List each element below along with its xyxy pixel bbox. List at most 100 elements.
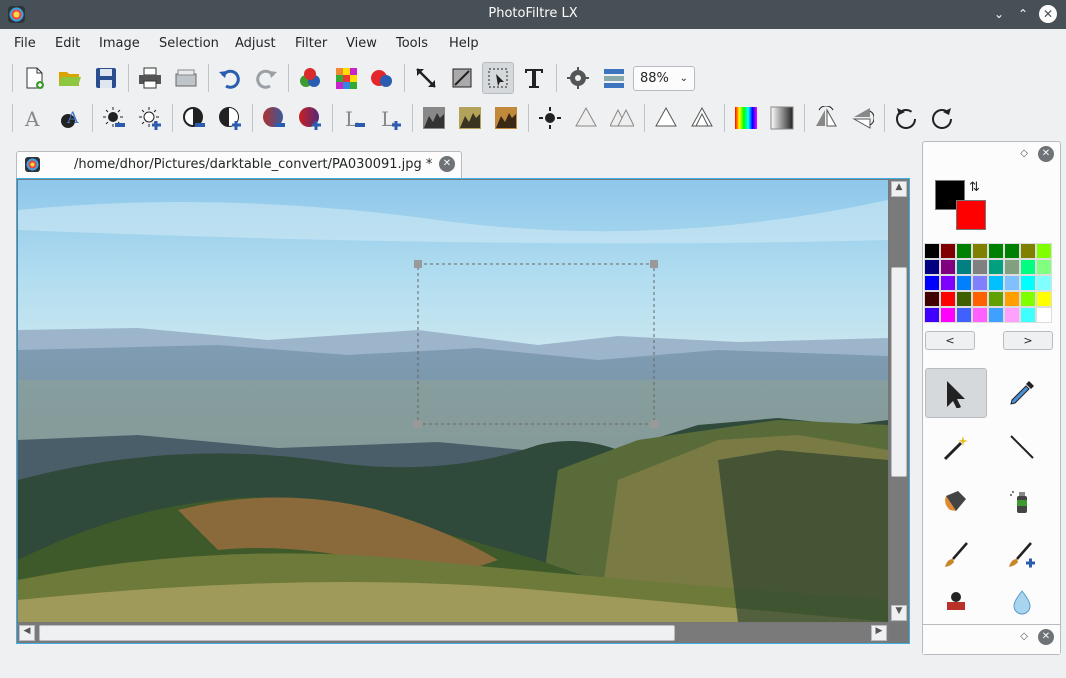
close-panel-icon[interactable]: ✕: [1038, 146, 1054, 162]
float-panel-icon[interactable]: ◇: [1020, 631, 1028, 642]
horizontal-scrollbar[interactable]: ◀ ▶: [17, 623, 889, 643]
spray-tool[interactable]: [991, 476, 1053, 526]
close-panel-icon[interactable]: ✕: [1038, 629, 1054, 645]
palette-swatch[interactable]: [1036, 243, 1052, 259]
palette-swatch[interactable]: [988, 291, 1004, 307]
text-tool-icon[interactable]: [518, 62, 550, 94]
palette-swatch[interactable]: [956, 259, 972, 275]
image-list-icon[interactable]: [598, 62, 630, 94]
palette-swatch[interactable]: [956, 275, 972, 291]
color-mode-icon[interactable]: [366, 62, 398, 94]
palette-swatch[interactable]: [1004, 243, 1020, 259]
palette-swatch[interactable]: [1020, 291, 1036, 307]
menu-selection[interactable]: Selection: [159, 36, 219, 51]
saturation-decrease-icon[interactable]: [258, 102, 290, 134]
palette-swatch[interactable]: [940, 275, 956, 291]
palette-swatch[interactable]: [972, 275, 988, 291]
open-folder-icon[interactable]: [54, 62, 86, 94]
brush-tool[interactable]: [925, 530, 987, 580]
gradient-rainbow-icon[interactable]: [730, 102, 762, 134]
scroll-down-icon[interactable]: ▼: [891, 605, 907, 621]
gamma-increase-icon[interactable]: L: [374, 102, 406, 134]
eyedropper-tool[interactable]: [991, 368, 1053, 418]
close-window-button[interactable]: ✕: [1039, 5, 1057, 23]
background-color-swatch[interactable]: [956, 200, 986, 230]
palette-swatch[interactable]: [972, 307, 988, 323]
contrast-increase-icon[interactable]: [214, 102, 246, 134]
brightness-increase-icon[interactable]: [134, 102, 166, 134]
palette-swatch[interactable]: [940, 259, 956, 275]
palette-swatch[interactable]: [924, 307, 940, 323]
palette-grid-icon[interactable]: [330, 62, 362, 94]
menu-image[interactable]: Image: [99, 36, 140, 51]
new-file-icon[interactable]: [18, 62, 50, 94]
histogram-olive-icon[interactable]: [454, 102, 486, 134]
menu-filter[interactable]: Filter: [295, 36, 327, 51]
palette-next-button[interactable]: >: [1003, 331, 1053, 350]
palette-swatch[interactable]: [924, 243, 940, 259]
palette-swatch[interactable]: [1020, 307, 1036, 323]
document-tab[interactable]: /home/dhor/Pictures/darktable_convert/PA…: [16, 151, 462, 178]
sharpen-icon[interactable]: [650, 102, 682, 134]
flip-vertical-icon[interactable]: [846, 102, 878, 134]
palette-swatch[interactable]: [1020, 259, 1036, 275]
menu-help[interactable]: Help: [449, 36, 479, 51]
palette-swatch[interactable]: [988, 307, 1004, 323]
rotate-left-icon[interactable]: [890, 102, 922, 134]
gradient-gray-icon[interactable]: [766, 102, 798, 134]
palette-swatch[interactable]: [940, 291, 956, 307]
palette-swatch[interactable]: [972, 291, 988, 307]
palette-swatch[interactable]: [956, 291, 972, 307]
palette-swatch[interactable]: [988, 275, 1004, 291]
palette-swatch[interactable]: [972, 259, 988, 275]
palette-swatch[interactable]: [1036, 275, 1052, 291]
palette-swatch[interactable]: [1020, 275, 1036, 291]
palette-swatch[interactable]: [1036, 291, 1052, 307]
zoom-select[interactable]: 88% ⌄: [633, 66, 695, 91]
move-center-icon[interactable]: [534, 102, 566, 134]
redo-icon[interactable]: [250, 62, 282, 94]
print-icon[interactable]: [134, 62, 166, 94]
menu-edit[interactable]: Edit: [55, 36, 80, 51]
maximize-icon[interactable]: ⌃: [1014, 5, 1032, 23]
scanner-icon[interactable]: [170, 62, 202, 94]
palette-swatch[interactable]: [1004, 291, 1020, 307]
blur-icon[interactable]: [570, 102, 602, 134]
menu-adjust[interactable]: Adjust: [235, 36, 276, 51]
palette-swatch[interactable]: [1036, 307, 1052, 323]
vertical-scroll-thumb[interactable]: [891, 267, 907, 477]
advanced-brush-tool[interactable]: [991, 530, 1053, 580]
palette-swatch[interactable]: [972, 243, 988, 259]
palette-swatch[interactable]: [924, 259, 940, 275]
stamp-tool[interactable]: [925, 584, 987, 620]
pointer-tool[interactable]: [925, 368, 987, 418]
selection-tool-icon[interactable]: [482, 62, 514, 94]
scroll-left-icon[interactable]: ◀: [19, 625, 35, 641]
float-panel-icon[interactable]: ◇: [1020, 148, 1028, 159]
palette-swatch[interactable]: [988, 243, 1004, 259]
blur-drop-tool[interactable]: [991, 584, 1053, 620]
palette-swatch[interactable]: [940, 307, 956, 323]
scroll-right-icon[interactable]: ▶: [871, 625, 887, 641]
close-tab-icon[interactable]: ✕: [439, 156, 455, 172]
saturation-increase-icon[interactable]: [294, 102, 326, 134]
line-tool[interactable]: [991, 422, 1053, 472]
magic-wand-tool[interactable]: [925, 422, 987, 472]
fill-bucket-tool[interactable]: [925, 476, 987, 526]
swap-colors-icon[interactable]: ⇅: [969, 180, 980, 195]
gamma-decrease-icon[interactable]: L: [338, 102, 370, 134]
palette-swatch[interactable]: [924, 291, 940, 307]
palette-swatch[interactable]: [1036, 259, 1052, 275]
palette-swatch[interactable]: [956, 307, 972, 323]
scroll-up-icon[interactable]: ▲: [891, 181, 907, 197]
menu-file[interactable]: File: [14, 36, 36, 51]
palette-swatch[interactable]: [1004, 307, 1020, 323]
rotate-right-icon[interactable]: [926, 102, 958, 134]
sharpen-more-icon[interactable]: [686, 102, 718, 134]
text-shadow-icon[interactable]: A: [54, 102, 86, 134]
resize-arrow-icon[interactable]: [410, 62, 442, 94]
rgb-channels-icon[interactable]: [294, 62, 326, 94]
blur-more-icon[interactable]: [606, 102, 638, 134]
menu-tools[interactable]: Tools: [396, 36, 428, 51]
crop-icon[interactable]: [446, 62, 478, 94]
